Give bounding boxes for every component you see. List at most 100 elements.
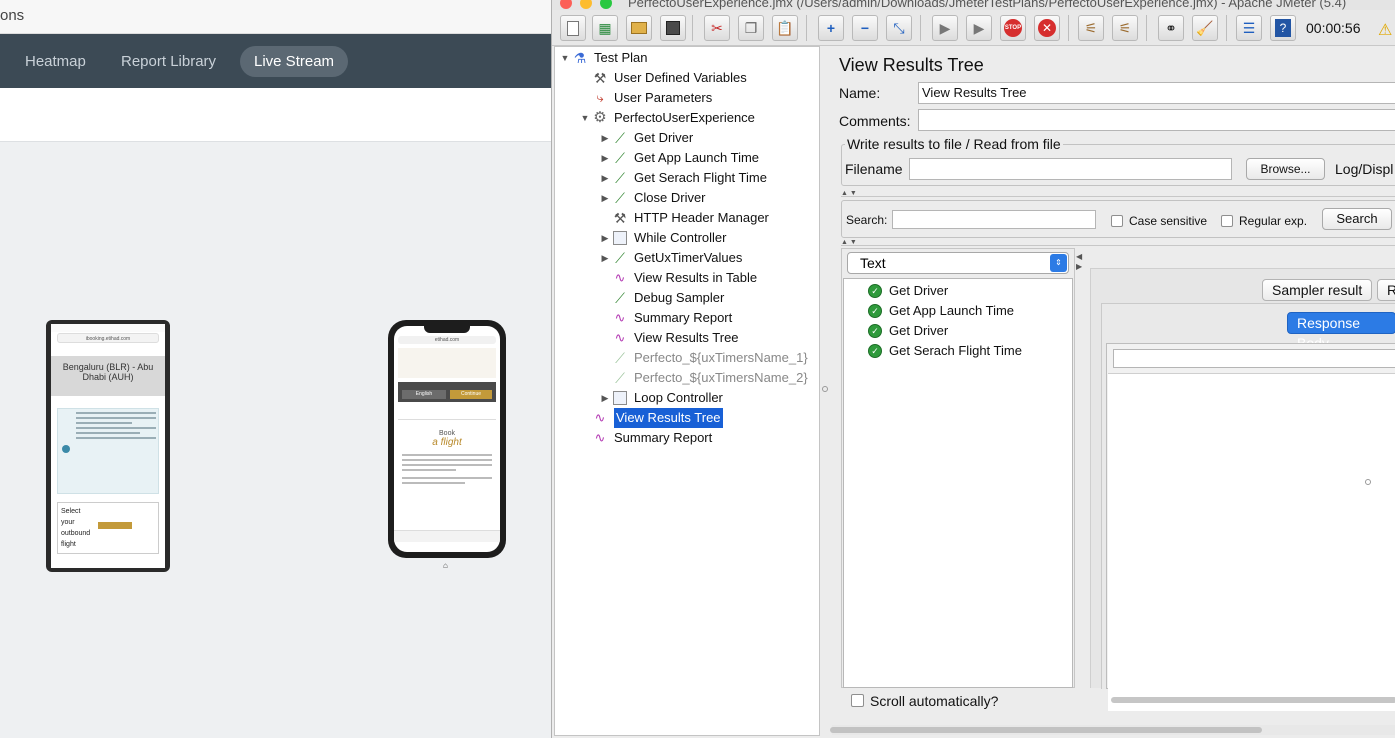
zoom-window-icon[interactable] <box>600 0 612 9</box>
close-window-icon[interactable] <box>560 0 572 9</box>
result-label: Get Driver <box>889 323 949 338</box>
paste-icon[interactable]: 📋 <box>772 15 798 41</box>
collapse-icon[interactable]: − <box>852 15 878 41</box>
open-icon[interactable] <box>626 15 652 41</box>
scroll-thumb[interactable] <box>830 727 1262 733</box>
web-top-strip: ons <box>0 0 560 34</box>
help-icon[interactable]: ? <box>1270 15 1296 41</box>
success-shield-icon: ✓ <box>868 304 882 318</box>
split-arrows-icon[interactable]: ◀ ▶ <box>1076 252 1082 272</box>
scroll-auto-label: Scroll automatically? <box>870 693 999 709</box>
search-field[interactable] <box>892 210 1096 229</box>
nav-report-library[interactable]: Report Library <box>107 46 230 77</box>
file-legend: Write results to file / Read from file <box>845 136 1063 152</box>
expand-icon[interactable]: + <box>818 15 844 41</box>
expand-arrow-icon[interactable]: ▶ <box>599 168 611 188</box>
search-icon[interactable]: ⚭ <box>1158 15 1184 41</box>
start-no-pauses-icon[interactable]: ▶ <box>966 15 992 41</box>
copy-icon[interactable]: ❐ <box>738 15 764 41</box>
search-button[interactable]: Search <box>1322 208 1392 230</box>
expand-arrow-icon[interactable]: ▶ <box>599 388 611 408</box>
regex-checkbox[interactable] <box>1221 215 1233 227</box>
browse-button[interactable]: Browse... <box>1246 158 1325 180</box>
tab-sampler-result[interactable]: Sampler result <box>1262 279 1373 301</box>
tree-node-label: Perfecto_${uxTimersName_2} <box>634 370 808 385</box>
chevron-updown-icon: ⇕ <box>1050 254 1067 272</box>
result-item[interactable]: ✓ Get Driver <box>868 281 948 301</box>
toggle-icon[interactable]: ⤡ <box>886 15 912 41</box>
panel-hscrollbar[interactable] <box>830 725 1395 735</box>
nav-live-stream[interactable]: Live Stream <box>240 46 349 77</box>
iphone-notch <box>424 326 470 333</box>
stop-icon[interactable]: STOP <box>1000 15 1026 41</box>
android-covid-notice <box>57 408 159 494</box>
tree-node[interactable]: ▼ ⚙ PerfectoUserExperience <box>579 108 755 128</box>
tree-node[interactable]: ∿ Summary Report <box>599 308 733 328</box>
collapse-arrow-icon[interactable]: ▼ <box>559 48 571 68</box>
tree-node[interactable]: ⟋ Debug Sampler <box>599 288 724 308</box>
tree-node[interactable]: ∿ View Results Tree <box>599 328 739 348</box>
tree-node-label: View Results Tree <box>614 408 723 428</box>
collapse-arrow-icon[interactable]: ▼ <box>579 108 591 128</box>
tree-node[interactable]: ▶ ⟋ Close Driver <box>599 188 706 208</box>
iphone-device[interactable]: etihad.com English Continue Book a fligh… <box>388 320 506 558</box>
new-icon[interactable] <box>560 15 586 41</box>
tree-node[interactable]: ⚒ HTTP Header Manager <box>599 208 769 228</box>
tree-node[interactable]: ∿ View Results Tree <box>579 408 723 428</box>
clear-all-icon[interactable]: ⚟ <box>1112 15 1138 41</box>
tree-node[interactable]: ⟋ Perfecto_${uxTimersName_1} <box>599 348 808 368</box>
start-icon[interactable]: ▶ <box>932 15 958 41</box>
comments-field[interactable] <box>918 109 1395 131</box>
response-body-text[interactable] <box>1108 373 1395 711</box>
result-item[interactable]: ✓ Get Driver <box>868 321 948 341</box>
name-field[interactable]: View Results Tree <box>918 82 1395 104</box>
expand-arrow-icon[interactable]: ▶ <box>599 128 611 148</box>
tree-node[interactable]: ▶ ⟋ GetUxTimerValues <box>599 248 743 268</box>
tree-node[interactable]: ▼ ⚗ Test Plan <box>559 48 648 68</box>
result-item[interactable]: ✓ Get Serach Flight Time <box>868 341 1022 361</box>
tree-node[interactable]: ▶ ⟋ Get Driver <box>599 128 694 148</box>
filename-field[interactable] <box>909 158 1232 180</box>
android-economy-chip[interactable] <box>98 522 132 529</box>
tab-response-body[interactable]: Response Body <box>1287 312 1395 351</box>
nav-heatmap[interactable]: Heatmap <box>11 46 100 77</box>
response-hscrollbar[interactable] <box>1109 696 1395 704</box>
templates-icon[interactable]: ▦ <box>592 15 618 41</box>
result-item[interactable]: ✓ Get App Launch Time <box>868 301 1014 321</box>
clear-icon[interactable]: ⚟ <box>1078 15 1104 41</box>
regex-label: Regular exp. <box>1239 214 1308 228</box>
iphone-language-english[interactable]: English <box>402 390 446 399</box>
response-search-field[interactable] <box>1113 349 1395 368</box>
tree-node[interactable]: ∿ View Results in Table <box>599 268 758 288</box>
cut-icon[interactable]: ✂ <box>704 15 730 41</box>
expand-arrow-icon[interactable]: ▶ <box>599 248 611 268</box>
panel-splitter[interactable] <box>820 46 830 736</box>
iphone-continue-button[interactable]: Continue <box>450 390 492 399</box>
android-device[interactable]: ibooking.etihad.com Bengaluru (BLR) - Ab… <box>46 320 170 572</box>
case-sensitive-checkbox[interactable] <box>1111 215 1123 227</box>
tree-node[interactable]: ⚒ User Defined Variables <box>579 68 747 88</box>
expand-arrow-icon[interactable]: ▶ <box>599 148 611 168</box>
scroll-auto-checkbox[interactable] <box>851 694 864 707</box>
save-icon[interactable] <box>660 15 686 41</box>
tree-node-label: Close Driver <box>634 190 706 205</box>
tree-node[interactable]: ∿ Summary Report <box>579 428 713 448</box>
tree-node[interactable]: ▶ Loop Controller <box>599 388 723 408</box>
tree-node[interactable]: ▶ ⟋ Get App Launch Time <box>599 148 760 168</box>
tab-request[interactable]: Re <box>1377 279 1395 301</box>
home-icon[interactable]: ⌂ <box>443 561 448 570</box>
detail-splitter-handle[interactable] <box>1365 479 1371 485</box>
shutdown-icon[interactable]: ✕ <box>1034 15 1060 41</box>
expand-arrow-icon[interactable]: ▶ <box>599 228 611 248</box>
tree-node[interactable]: ▶ ⟋ Get Serach Flight Time <box>599 168 767 188</box>
tree-node[interactable]: ⟋ Perfecto_${uxTimersName_2} <box>599 368 808 388</box>
android-mini-header <box>51 344 165 356</box>
expand-arrow-icon[interactable]: ▶ <box>599 188 611 208</box>
renderer-select[interactable]: Text ⇕ <box>847 252 1069 274</box>
tree-node[interactable]: ▶ While Controller <box>599 228 726 248</box>
minimize-window-icon[interactable] <box>580 0 592 9</box>
function-helper-icon[interactable]: ☰ <box>1236 15 1262 41</box>
reset-search-icon[interactable]: 🧹 <box>1192 15 1218 41</box>
warning-icon[interactable]: ⚠ <box>1378 20 1392 40</box>
tree-node[interactable]: ⤷ User Parameters <box>579 88 712 108</box>
